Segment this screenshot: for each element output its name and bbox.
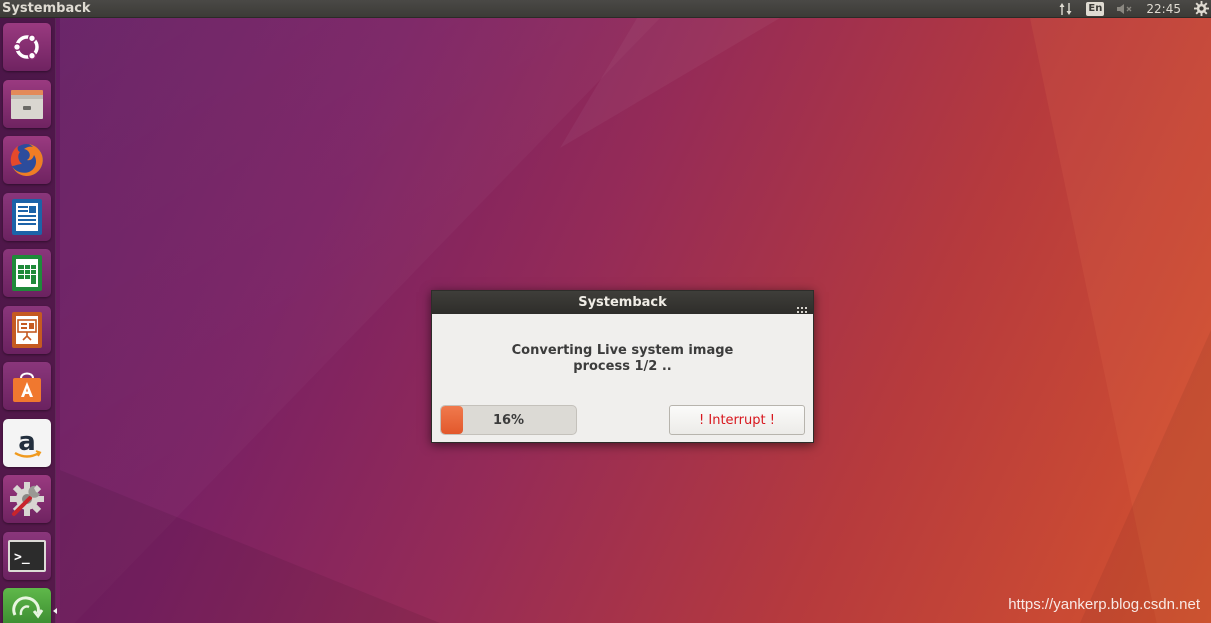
top-panel: Systemback En 22:45 <box>0 0 1211 18</box>
launcher-item-amazon[interactable]: a <box>3 419 51 467</box>
firefox-icon <box>10 144 43 176</box>
keyboard-layout-indicator[interactable]: En <box>1086 1 1105 16</box>
launcher-item-settings[interactable] <box>3 475 51 523</box>
launcher-item-writer[interactable] <box>3 193 51 241</box>
file-cabinet-icon <box>11 90 43 119</box>
network-up-down-icon[interactable] <box>1058 0 1074 18</box>
spreadsheet-icon <box>12 255 42 291</box>
gear-icon[interactable] <box>1193 0 1209 18</box>
active-app-title: Systemback <box>2 0 91 16</box>
launcher: a >_ <box>0 18 57 623</box>
dialog-title: Systemback <box>578 295 667 310</box>
progress-bar: 16% <box>440 405 577 435</box>
interrupt-button[interactable]: ! Interrupt ! <box>669 405 805 435</box>
active-app-indicator <box>53 608 57 614</box>
launcher-item-terminal[interactable]: >_ <box>3 532 51 580</box>
sound-muted-icon[interactable] <box>1116 0 1134 18</box>
systemback-dialog: Systemback Converting Live system image … <box>431 290 814 443</box>
launcher-item-software[interactable] <box>3 362 51 410</box>
wallpaper-facet <box>60 470 440 623</box>
svg-text:>_: >_ <box>14 550 30 565</box>
document-writer-icon <box>12 199 42 235</box>
svg-text:a: a <box>18 427 36 457</box>
watermark-url: https://yankerp.blog.csdn.net <box>1008 596 1200 613</box>
amazon-icon: a <box>14 427 42 458</box>
status-message: Converting Live system image process 1/2… <box>432 343 813 375</box>
systemback-icon <box>12 595 44 619</box>
status-message-line2: process 1/2 .. <box>573 359 672 374</box>
launcher-item-files[interactable] <box>3 80 51 128</box>
terminal-icon: >_ <box>8 540 46 572</box>
presentation-icon <box>12 312 42 348</box>
launcher-item-systemback[interactable] <box>3 588 51 623</box>
shopping-bag-icon <box>13 372 41 402</box>
ubuntu-logo-icon <box>12 34 39 60</box>
progress-label: 16% <box>492 412 525 428</box>
launcher-item-firefox[interactable] <box>3 136 51 184</box>
settings-wrench-icon <box>10 482 44 516</box>
clock[interactable]: 22:45 <box>1146 0 1181 18</box>
launcher-item-calc[interactable] <box>3 249 51 297</box>
status-message-line1: Converting Live system image <box>511 343 734 358</box>
launcher-item-impress[interactable] <box>3 306 51 354</box>
launcher-item-dash[interactable] <box>3 23 51 71</box>
grip-dots-icon[interactable] <box>797 298 807 317</box>
dialog-titlebar[interactable]: Systemback <box>432 291 813 314</box>
indicator-area: En 22:45 <box>1046 0 1211 18</box>
